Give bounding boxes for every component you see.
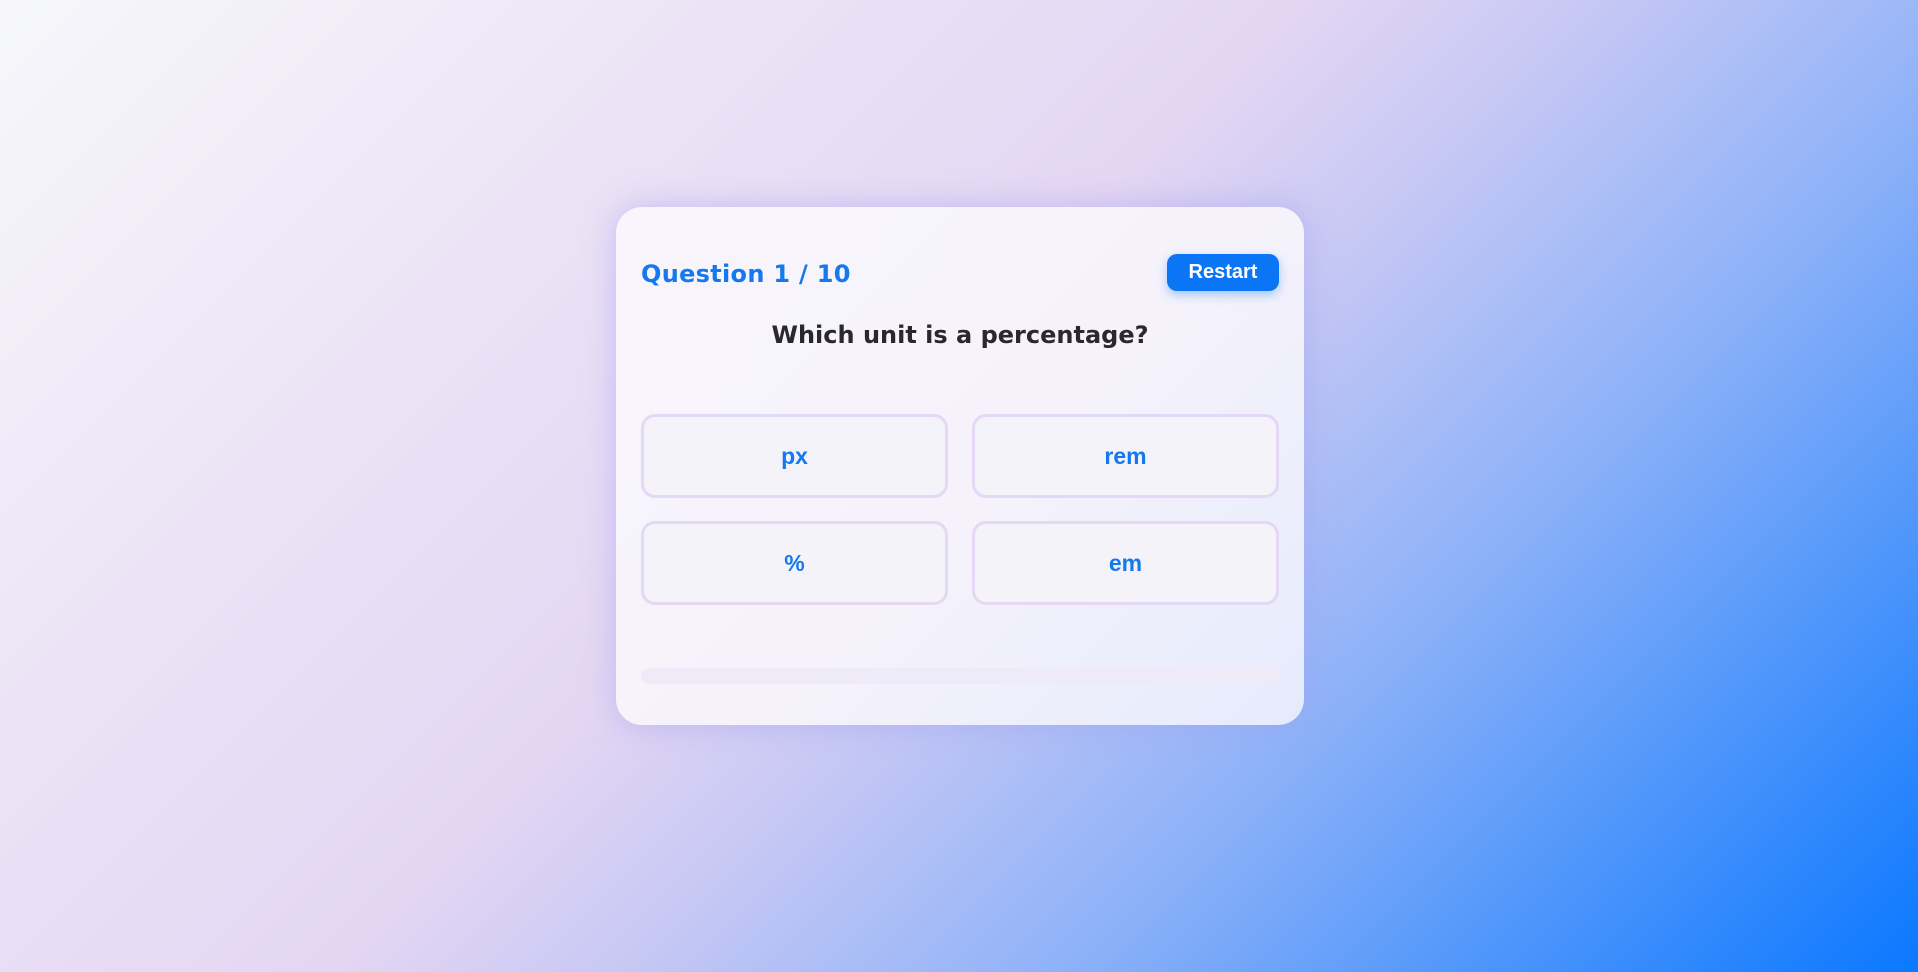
restart-button[interactable]: Restart <box>1167 254 1279 291</box>
answer-option-percent[interactable]: % <box>641 521 948 605</box>
quiz-header: Question 1 / 10 Restart <box>641 254 1279 294</box>
answer-option-em[interactable]: em <box>972 521 1279 605</box>
question-text: Which unit is a percentage? <box>771 321 1149 349</box>
answer-options: px rem % em <box>641 414 1279 605</box>
question-counter: Question 1 / 10 <box>641 260 851 288</box>
quiz-card: Question 1 / 10 Restart Which unit is a … <box>616 207 1304 725</box>
progress-bar <box>641 668 1279 684</box>
answer-option-px[interactable]: px <box>641 414 948 498</box>
answer-option-rem[interactable]: rem <box>972 414 1279 498</box>
